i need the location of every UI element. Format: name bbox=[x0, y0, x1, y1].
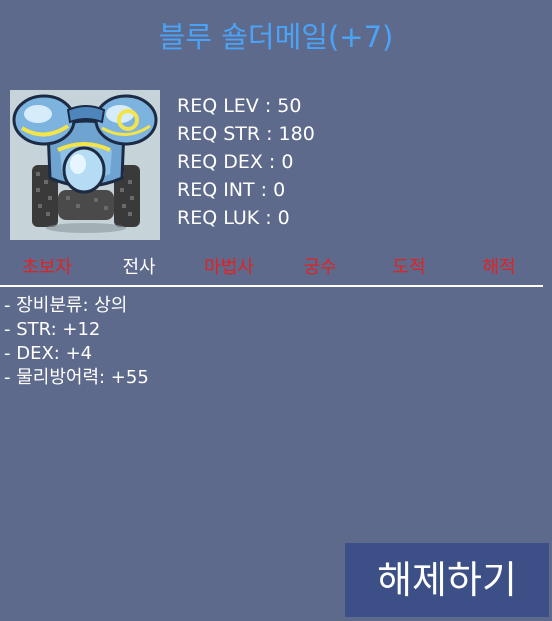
job-thief: 도적 bbox=[392, 257, 426, 278]
stat-category: - 장비분류: 상의 bbox=[4, 295, 128, 316]
stat-str: - STR: +12 bbox=[4, 319, 101, 340]
unequip-button[interactable]: 해제하기 bbox=[345, 543, 549, 617]
stat-dex: - DEX: +4 bbox=[4, 343, 93, 364]
job-bowman: 궁수 bbox=[303, 257, 337, 278]
job-beginner: 초보자 bbox=[22, 257, 72, 278]
item-icon-frame bbox=[10, 90, 160, 240]
stat-physical-defense: - 물리방어력: +55 bbox=[4, 367, 149, 388]
req-dex: REQ DEX : 0 bbox=[177, 151, 294, 173]
job-pirate: 해적 bbox=[482, 257, 516, 278]
item-name-title: 블루 숄더메일(+7) bbox=[158, 20, 394, 54]
blue-shoulder-mail-armor-icon bbox=[12, 94, 158, 233]
item-stats-list: - 장비분류: 상의 - STR: +12 - DEX: +4 - 물리방어력:… bbox=[4, 294, 149, 390]
req-int: REQ INT : 0 bbox=[177, 179, 286, 201]
job-magician: 마법사 bbox=[204, 257, 254, 278]
requirements-list: REQ LEV : 50 REQ STR : 180 REQ DEX : 0 R… bbox=[177, 92, 315, 232]
section-divider bbox=[0, 285, 543, 287]
req-level: REQ LEV : 50 bbox=[177, 95, 302, 117]
job-warrior: 전사 bbox=[122, 257, 156, 278]
req-luk: REQ LUK : 0 bbox=[177, 207, 290, 229]
req-str: REQ STR : 180 bbox=[177, 123, 315, 145]
job-class-row: 초보자 전사 마법사 궁수 도적 해적 bbox=[0, 254, 552, 282]
